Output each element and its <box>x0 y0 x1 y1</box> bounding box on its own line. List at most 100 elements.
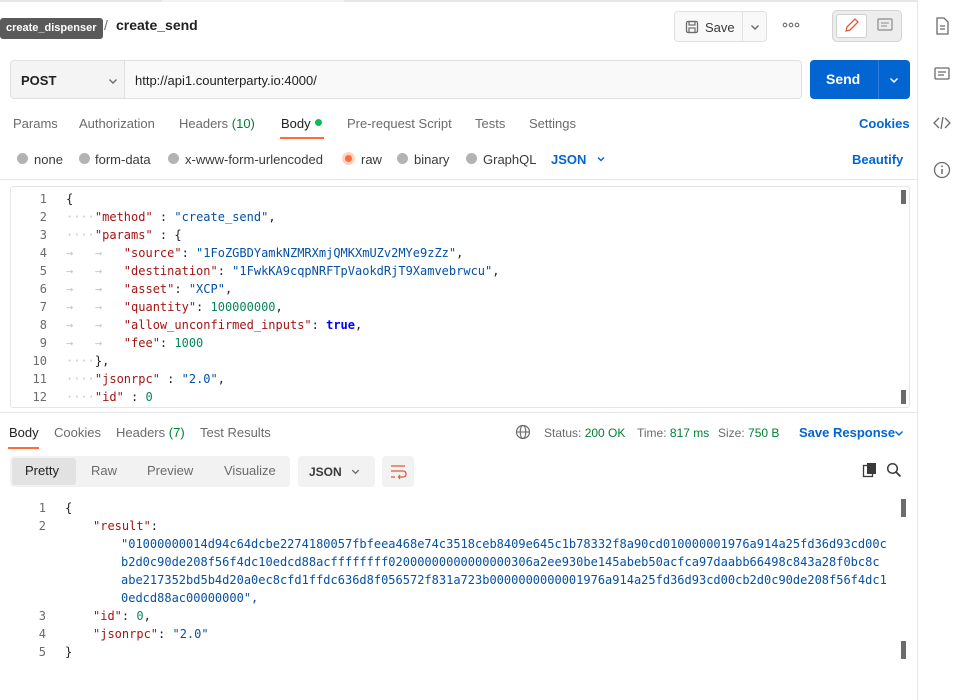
comment-mode-button[interactable] <box>871 14 899 38</box>
json-string: "2.0" <box>181 372 218 386</box>
response-tab-headers-label: Headers <box>116 425 166 440</box>
response-tab-cookies[interactable]: Cookies <box>54 425 101 440</box>
tab-pre-request-script[interactable]: Pre-request Script <box>347 116 452 131</box>
result-line: b2d0c90de208f56f4dc10edcd88acffffffff020… <box>121 555 880 569</box>
edit-mode-button[interactable] <box>836 14 867 38</box>
view-mode-visualize[interactable]: Visualize <box>224 463 276 478</box>
line-number: 5 <box>39 264 47 278</box>
radio-binary-label[interactable]: binary <box>414 152 449 167</box>
documentation-icon[interactable] <box>932 16 952 36</box>
code-line: { <box>65 501 73 515</box>
scrollbar-thumb[interactable] <box>901 390 906 404</box>
json-string: "2.0" <box>172 627 209 641</box>
view-mode-segmented: Pretty Raw Preview Visualize <box>10 456 290 487</box>
url-input[interactable]: http://api1.counterparty.io:4000/ <box>124 60 802 99</box>
tab-body[interactable]: Body <box>281 116 311 131</box>
breadcrumb-separator: / <box>104 17 108 33</box>
code-line: ····"id" : 0 <box>66 390 153 404</box>
line-number: 1 <box>38 501 46 515</box>
chevron-down-icon[interactable] <box>893 427 905 439</box>
time-meta[interactable]: Time: 817 ms <box>637 426 709 440</box>
tab-params[interactable]: Params <box>13 116 58 131</box>
code-line: "result": <box>93 519 159 533</box>
search-icon[interactable] <box>886 462 902 478</box>
json-key: "source" <box>123 246 182 260</box>
active-tab-underline <box>8 447 39 449</box>
size-meta[interactable]: Size: 750 B <box>718 426 779 440</box>
top-tab-strip <box>0 0 918 2</box>
view-mode-raw[interactable]: Raw <box>91 463 117 478</box>
json-number: 100000000 <box>210 300 276 314</box>
save-response-button[interactable]: Save Response <box>799 425 895 440</box>
view-mode-preview[interactable]: Preview <box>147 463 193 478</box>
info-icon[interactable] <box>932 160 952 180</box>
copy-icon[interactable] <box>862 462 878 478</box>
json-key: "destination" <box>123 264 218 278</box>
code-line: { <box>66 192 74 206</box>
more-options-button[interactable] <box>780 18 802 32</box>
response-tab-body[interactable]: Body <box>9 425 39 440</box>
code-icon[interactable] <box>932 113 952 133</box>
status-meta[interactable]: Status: 200 OK <box>544 426 625 440</box>
chevron-down-icon[interactable] <box>749 21 761 33</box>
json-number: 1000 <box>174 336 204 350</box>
save-label: Save <box>705 20 735 35</box>
line-number: 2 <box>38 519 46 533</box>
body-language-select[interactable]: JSON <box>551 152 586 167</box>
response-tab-headers[interactable]: Headers (7) <box>116 425 185 440</box>
radio-form-data[interactable] <box>79 153 90 164</box>
save-button[interactable]: Save <box>674 11 767 42</box>
radio-form-data-label[interactable]: form-data <box>95 152 151 167</box>
radio-binary[interactable] <box>397 153 408 164</box>
line-number: 5 <box>38 645 46 659</box>
globe-icon[interactable] <box>515 424 531 440</box>
view-mode-pretty[interactable]: Pretty <box>25 463 59 478</box>
request-body-editor[interactable]: 1 2 3 4 5 6 7 8 9 10 11 12 { ····"method… <box>10 186 910 408</box>
radio-raw[interactable] <box>342 152 355 165</box>
beautify-button[interactable]: Beautify <box>852 152 903 167</box>
response-format-select[interactable]: JSON <box>298 456 375 487</box>
json-key: "id" <box>93 609 122 623</box>
radio-urlencoded[interactable] <box>168 153 179 164</box>
time-label: Time: <box>637 426 667 440</box>
line-number: 3 <box>38 609 46 623</box>
method-label: POST <box>21 73 57 88</box>
tab-tests[interactable]: Tests <box>475 116 505 131</box>
save-icon <box>685 20 699 34</box>
send-label: Send <box>826 71 861 87</box>
code-line: } <box>65 645 73 659</box>
scrollbar-thumb[interactable] <box>901 499 906 517</box>
wrap-lines-button[interactable] <box>382 456 414 487</box>
json-number: 0 <box>145 390 153 404</box>
radio-graphql[interactable] <box>466 153 477 164</box>
radio-graphql-label[interactable]: GraphQL <box>483 152 536 167</box>
code-line: "jsonrpc": "2.0" <box>93 627 209 641</box>
response-body-viewer[interactable]: 1 2 3 4 5 { "result": "01000000014d94c64… <box>10 496 900 666</box>
request-name[interactable]: create_send <box>116 17 198 33</box>
json-key: "params" <box>94 228 153 242</box>
radio-none-label[interactable]: none <box>34 152 63 167</box>
scrollbar-thumb[interactable] <box>901 641 906 659</box>
radio-urlencoded-label[interactable]: x-www-form-urlencoded <box>185 152 323 167</box>
chevron-down-icon <box>351 469 360 475</box>
tab-headers[interactable]: Headers (10) <box>179 116 255 131</box>
send-button[interactable]: Send <box>810 60 910 99</box>
chevron-down-icon[interactable] <box>888 74 900 86</box>
json-key: "asset" <box>123 282 175 296</box>
radio-none[interactable] <box>17 153 28 164</box>
response-tab-test-results[interactable]: Test Results <box>200 425 271 440</box>
size-value: 750 B <box>748 426 780 440</box>
method-select[interactable]: POST <box>10 60 125 99</box>
chevron-down-icon[interactable] <box>596 154 606 164</box>
size-label: Size: <box>718 426 745 440</box>
tab-authorization[interactable]: Authorization <box>79 116 155 131</box>
comments-icon[interactable] <box>932 64 952 84</box>
json-key: "fee" <box>123 336 160 350</box>
divider <box>0 179 917 180</box>
tab-headers-count: (10) <box>231 116 255 131</box>
json-string: "1FwkKA9cqpNRFTpVaokdRjT9Xamvebrwcu" <box>232 264 493 278</box>
scrollbar-thumb[interactable] <box>901 190 906 204</box>
cookies-link[interactable]: Cookies <box>859 116 910 131</box>
tab-settings[interactable]: Settings <box>529 116 576 131</box>
radio-raw-label[interactable]: raw <box>361 152 382 167</box>
